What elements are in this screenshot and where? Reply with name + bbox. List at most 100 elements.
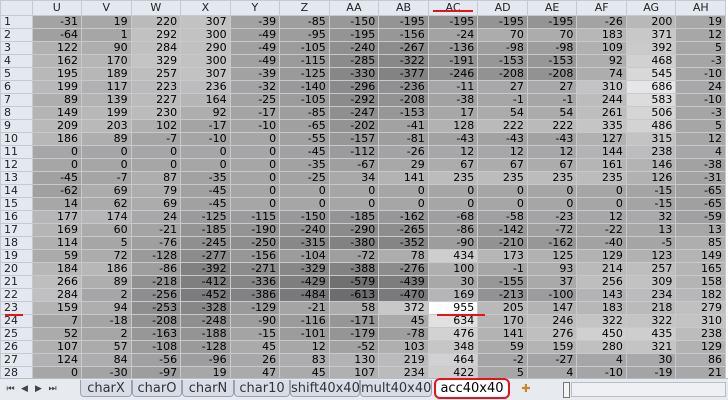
- cell[interactable]: -10: [576, 366, 627, 378]
- cell[interactable]: 218: [625, 301, 677, 315]
- cell[interactable]: 450: [576, 327, 627, 341]
- cell[interactable]: 30: [625, 353, 677, 367]
- cell[interactable]: -86: [427, 223, 479, 237]
- cell[interactable]: 235: [526, 171, 578, 185]
- row-header[interactable]: 12: [0, 158, 33, 172]
- cell[interactable]: -97: [130, 366, 182, 378]
- cell[interactable]: -388: [328, 262, 380, 276]
- cell[interactable]: 74: [576, 67, 627, 81]
- column-header[interactable]: AB: [378, 0, 429, 16]
- row-header[interactable]: 3: [0, 41, 33, 55]
- cell[interactable]: 24: [130, 210, 182, 224]
- cell[interactable]: 7: [31, 314, 83, 328]
- cell[interactable]: 203: [81, 119, 132, 133]
- horizontal-scrollbar[interactable]: [571, 382, 726, 397]
- cell[interactable]: 58: [328, 301, 380, 315]
- row-header[interactable]: 15: [0, 197, 33, 211]
- cell[interactable]: 372: [378, 301, 429, 315]
- cell[interactable]: 102: [130, 119, 182, 133]
- cell[interactable]: -452: [180, 288, 231, 302]
- cell[interactable]: 348: [427, 340, 479, 354]
- cell[interactable]: 72: [81, 249, 132, 263]
- cell[interactable]: 4: [576, 353, 627, 367]
- cell[interactable]: -246: [427, 67, 479, 81]
- cell[interactable]: -162: [378, 210, 429, 224]
- cell[interactable]: 85: [675, 236, 726, 250]
- cell[interactable]: 486: [625, 119, 677, 133]
- cell[interactable]: 141: [378, 171, 429, 185]
- cell[interactable]: -377: [378, 67, 429, 81]
- cell[interactable]: 235: [427, 171, 479, 185]
- cell[interactable]: -45: [180, 184, 231, 198]
- cell[interactable]: -17: [180, 119, 231, 133]
- cell[interactable]: -43: [526, 132, 578, 146]
- cell[interactable]: -128: [180, 340, 231, 354]
- cell[interactable]: 30: [427, 275, 479, 289]
- cell[interactable]: 147: [526, 301, 578, 315]
- cell[interactable]: 170: [81, 54, 132, 68]
- cell[interactable]: -195: [526, 15, 578, 29]
- tab-charx[interactable]: charX: [80, 380, 132, 397]
- cell[interactable]: 235: [576, 171, 627, 185]
- cell[interactable]: -10: [180, 132, 231, 146]
- cell[interactable]: 184: [31, 262, 83, 276]
- cell[interactable]: -43: [427, 132, 479, 146]
- column-header[interactable]: AG: [625, 0, 677, 16]
- cell[interactable]: 87: [130, 171, 182, 185]
- cell[interactable]: 174: [81, 210, 132, 224]
- cell[interactable]: -98: [477, 41, 528, 55]
- cell[interactable]: -59: [675, 210, 726, 224]
- cell[interactable]: 200: [625, 15, 677, 29]
- cell[interactable]: -115: [229, 210, 281, 224]
- cell[interactable]: 45: [378, 314, 429, 328]
- cell[interactable]: 69: [81, 184, 132, 198]
- cell[interactable]: -81: [378, 132, 429, 146]
- cell[interactable]: 189: [81, 67, 132, 81]
- cell[interactable]: 183: [576, 301, 627, 315]
- row-header[interactable]: 11: [0, 145, 33, 159]
- cell[interactable]: -296: [328, 80, 380, 94]
- cell[interactable]: -98: [526, 41, 578, 55]
- cell[interactable]: -27: [526, 353, 578, 367]
- cell[interactable]: 45: [279, 366, 330, 378]
- cell[interactable]: -265: [378, 223, 429, 237]
- cell[interactable]: 114: [31, 236, 83, 250]
- cell[interactable]: -90: [229, 314, 281, 328]
- cell[interactable]: 5: [675, 41, 726, 55]
- cell[interactable]: -153: [526, 54, 578, 68]
- column-header[interactable]: V: [81, 0, 132, 16]
- tab-char10[interactable]: char10: [234, 380, 290, 397]
- cell[interactable]: -195: [477, 15, 528, 29]
- cell[interactable]: -3: [675, 106, 726, 120]
- cell[interactable]: -112: [328, 145, 380, 159]
- cell[interactable]: -96: [180, 353, 231, 367]
- cell[interactable]: 60: [81, 223, 132, 237]
- cell[interactable]: 307: [180, 15, 231, 29]
- cell[interactable]: -412: [180, 275, 231, 289]
- cell[interactable]: 0: [130, 145, 182, 159]
- cell[interactable]: -56: [130, 353, 182, 367]
- row-header[interactable]: 23: [0, 301, 33, 315]
- row-header[interactable]: 21: [0, 275, 33, 289]
- cell[interactable]: -10: [229, 119, 281, 133]
- cell[interactable]: -72: [328, 249, 380, 263]
- cell[interactable]: 126: [625, 171, 677, 185]
- cell[interactable]: 310: [675, 314, 726, 328]
- cell[interactable]: -290: [328, 223, 380, 237]
- row-header[interactable]: 13: [0, 171, 33, 185]
- cell[interactable]: -329: [279, 262, 330, 276]
- cell[interactable]: 26: [229, 353, 281, 367]
- cell[interactable]: 236: [180, 80, 231, 94]
- cell[interactable]: -336: [229, 275, 281, 289]
- cell[interactable]: -267: [378, 41, 429, 55]
- cell[interactable]: -128: [130, 249, 182, 263]
- cell[interactable]: -429: [279, 275, 330, 289]
- cell[interactable]: 139: [81, 93, 132, 107]
- cell[interactable]: 89: [81, 132, 132, 146]
- cell[interactable]: -31: [675, 171, 726, 185]
- row-header[interactable]: 14: [0, 184, 33, 198]
- cell[interactable]: 129: [576, 249, 627, 263]
- cell[interactable]: 0: [229, 145, 281, 159]
- row-header[interactable]: 9: [0, 119, 33, 133]
- cell[interactable]: 164: [180, 93, 231, 107]
